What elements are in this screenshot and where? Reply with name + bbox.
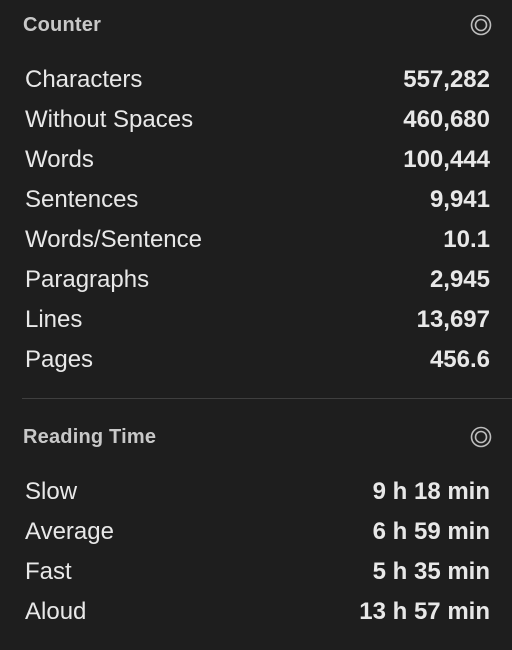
row-value: 100,444: [403, 146, 490, 173]
target-circle-icon: [470, 14, 492, 36]
row-value: 456.6: [429, 346, 490, 373]
row-value: 2,945: [429, 266, 490, 293]
counter-list: Characters 557,282 Without Spaces 460,68…: [25, 60, 490, 380]
row-label: Words: [25, 146, 94, 173]
counter-row-words-per-sentence: Words/Sentence 10.1: [25, 220, 490, 260]
row-label: Characters: [25, 66, 143, 93]
row-value: 13,697: [416, 306, 490, 333]
row-value: 10.1: [443, 226, 490, 253]
reading-row-average: Average 6 h 59 min: [25, 512, 490, 552]
counter-title: Counter: [23, 13, 102, 36]
section-divider: [22, 398, 512, 399]
counter-options-button[interactable]: [470, 14, 492, 36]
reading-time-options-button[interactable]: [470, 426, 492, 448]
row-value: 9 h 18 min: [372, 478, 490, 505]
row-value: 6 h 59 min: [372, 518, 490, 545]
reading-time-title: Reading Time: [23, 425, 157, 448]
counter-header: Counter: [23, 10, 492, 40]
row-label: Without Spaces: [25, 106, 194, 133]
statistics-panel: Counter Characters 557,282 Without Space…: [0, 0, 512, 650]
reading-row-fast: Fast 5 h 35 min: [25, 552, 490, 592]
reading-row-aloud: Aloud 13 h 57 min: [25, 592, 490, 632]
row-value: 557,282: [403, 66, 490, 93]
counter-row-words: Words 100,444: [25, 140, 490, 180]
reading-time-list: Slow 9 h 18 min Average 6 h 59 min Fast …: [25, 472, 490, 632]
row-label: Slow: [25, 478, 78, 505]
reading-time-header: Reading Time: [23, 422, 492, 452]
reading-row-slow: Slow 9 h 18 min: [25, 472, 490, 512]
row-value: 9,941: [429, 186, 490, 213]
counter-row-without-spaces: Without Spaces 460,680: [25, 100, 490, 140]
row-label: Pages: [25, 346, 94, 373]
row-label: Aloud: [25, 598, 87, 625]
counter-row-paragraphs: Paragraphs 2,945: [25, 260, 490, 300]
row-label: Lines: [25, 306, 83, 333]
counter-row-pages: Pages 456.6: [25, 340, 490, 380]
counter-row-lines: Lines 13,697: [25, 300, 490, 340]
row-value: 5 h 35 min: [372, 558, 490, 585]
counter-row-sentences: Sentences 9,941: [25, 180, 490, 220]
target-circle-icon: [470, 426, 492, 448]
row-label: Sentences: [25, 186, 139, 213]
row-label: Fast: [25, 558, 72, 585]
row-value: 460,680: [403, 106, 490, 133]
counter-row-characters: Characters 557,282: [25, 60, 490, 100]
row-label: Average: [25, 518, 114, 545]
row-label: Words/Sentence: [25, 226, 202, 253]
row-label: Paragraphs: [25, 266, 150, 293]
row-value: 13 h 57 min: [359, 598, 490, 625]
